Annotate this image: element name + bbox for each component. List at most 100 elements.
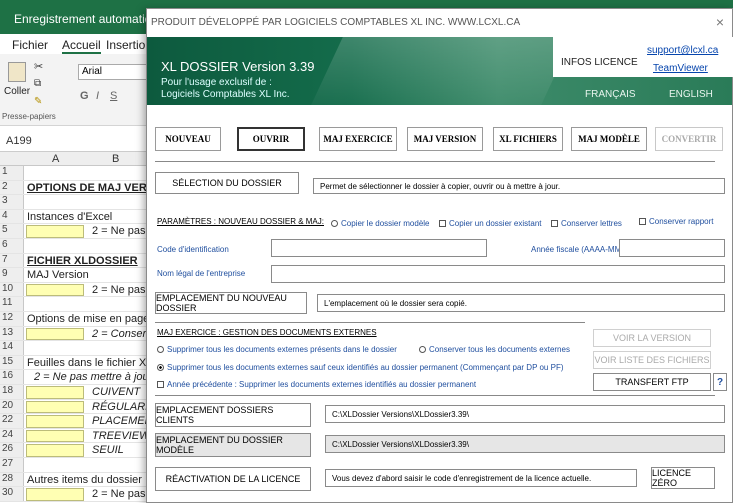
input-cell[interactable] bbox=[26, 415, 84, 428]
underline-icon[interactable]: S bbox=[110, 90, 117, 102]
column-headers: A B bbox=[0, 152, 150, 166]
row-number[interactable]: 24 bbox=[0, 428, 24, 443]
row-number[interactable]: 18 bbox=[0, 385, 24, 399]
language-english[interactable]: ENGLISH bbox=[669, 89, 713, 100]
copy-model-radio[interactable] bbox=[331, 220, 338, 227]
row-number[interactable]: 12 bbox=[0, 312, 24, 326]
option-copy-existing[interactable]: Copier un dossier existant bbox=[439, 219, 542, 228]
option-delete-except[interactable]: Supprimer tous les documents externes sa… bbox=[157, 363, 564, 372]
nouveau-button[interactable]: NOUVEAU bbox=[155, 127, 221, 151]
column-header-b[interactable]: B bbox=[112, 153, 119, 165]
row-number[interactable]: 14 bbox=[0, 341, 24, 355]
ftp-transfer-button[interactable]: TRANSFERT FTP bbox=[593, 373, 711, 391]
keep-all-radio[interactable] bbox=[419, 346, 426, 353]
row-number[interactable]: 13 bbox=[0, 326, 24, 341]
teamviewer-link[interactable]: TeamViewer bbox=[653, 63, 708, 74]
input-cell[interactable] bbox=[26, 283, 84, 297]
input-cell[interactable] bbox=[26, 327, 84, 341]
xl-dossier-dialog: PRODUIT DÉVELOPPÉ PAR LOGICIELS COMPTABL… bbox=[146, 8, 733, 503]
row-number[interactable]: 28 bbox=[0, 472, 24, 487]
italic-icon[interactable]: I bbox=[96, 90, 99, 102]
option-keep-letters[interactable]: Conserver lettres bbox=[551, 219, 622, 228]
see-files-button[interactable]: VOIR LISTE DES FICHIERS bbox=[593, 351, 711, 369]
row-number[interactable]: 6 bbox=[0, 239, 24, 253]
client-folders-location-button[interactable]: EMPLACEMENT DOSSIERS CLIENTS bbox=[155, 403, 311, 427]
row-number[interactable]: 27 bbox=[0, 458, 24, 472]
input-cell[interactable] bbox=[26, 429, 84, 443]
row-number[interactable]: 1 bbox=[0, 166, 24, 180]
format-painter-icon[interactable]: ✎ bbox=[34, 96, 42, 107]
previous-year-checkbox[interactable] bbox=[157, 381, 164, 388]
menu-fichier[interactable]: Fichier bbox=[12, 38, 48, 52]
row-number[interactable]: 30 bbox=[0, 487, 24, 501]
keep-letters-checkbox[interactable] bbox=[551, 220, 558, 227]
copy-existing-checkbox[interactable] bbox=[439, 220, 446, 227]
row-number[interactable]: 22 bbox=[0, 414, 24, 428]
row-number[interactable]: 5 bbox=[0, 224, 24, 238]
selection-dossier-button[interactable]: SÉLECTION DU DOSSIER bbox=[155, 172, 299, 194]
row-number[interactable]: 16 bbox=[0, 370, 24, 384]
copy-icon[interactable]: ⧉ bbox=[34, 78, 41, 89]
maj-version-button[interactable]: MAJ VERSION bbox=[407, 127, 483, 151]
delete-all-radio[interactable] bbox=[157, 346, 164, 353]
language-french[interactable]: FRANÇAIS bbox=[585, 89, 636, 100]
menu-accueil[interactable]: Accueil bbox=[62, 38, 101, 54]
option-delete-all[interactable]: Supprimer tous les documents externes pr… bbox=[157, 345, 397, 354]
input-cell[interactable] bbox=[26, 386, 84, 399]
row-number[interactable]: 11 bbox=[0, 297, 24, 311]
row-number[interactable]: 20 bbox=[0, 399, 24, 414]
maj-modele-button[interactable]: MAJ MODÈLE bbox=[571, 127, 647, 151]
paste-button[interactable]: Coller bbox=[4, 86, 30, 97]
clipboard-group-label: Presse-papiers bbox=[2, 112, 56, 121]
see-version-button[interactable]: VOIR LA VERSION bbox=[593, 329, 711, 347]
help-button[interactable]: ? bbox=[713, 373, 727, 391]
name-box[interactable]: A199 bbox=[0, 132, 150, 152]
fiscal-year-input[interactable] bbox=[619, 239, 725, 257]
row-number[interactable]: 2 bbox=[0, 180, 24, 195]
excel-ribbon: ✂ ⧉ ✎ Coller Arial G I S Presse-papiers bbox=[0, 54, 150, 126]
xl-fichiers-button[interactable]: XL FICHIERS bbox=[493, 127, 563, 151]
ouvrir-button[interactable]: OUVRIR bbox=[237, 127, 305, 151]
row-number[interactable]: 10 bbox=[0, 282, 24, 297]
keep-report-label: Conserver rapport bbox=[649, 217, 714, 226]
model-folder-location-button[interactable]: EMPLACEMENT DU DOSSIER MODÈLE bbox=[155, 433, 311, 457]
model-folder-path[interactable]: C:\XLDossier Versions\XLDossier3.39\ bbox=[325, 435, 725, 453]
product-title: XL DOSSIER Version 3.39 bbox=[161, 59, 315, 74]
option-previous-year[interactable]: Année précédente : Supprimer les documen… bbox=[157, 380, 476, 389]
row-number[interactable]: 4 bbox=[0, 209, 24, 224]
legal-name-input[interactable] bbox=[271, 265, 725, 283]
input-cell[interactable] bbox=[26, 225, 84, 238]
row-number[interactable]: 15 bbox=[0, 355, 24, 370]
input-cell[interactable] bbox=[26, 488, 84, 501]
option-keep-report[interactable]: Conserver rapport bbox=[639, 217, 713, 226]
font-name-box[interactable]: Arial bbox=[78, 64, 150, 80]
input-cell[interactable] bbox=[26, 400, 84, 414]
close-icon[interactable]: × bbox=[716, 14, 724, 30]
support-link[interactable]: support@lcxl.ca bbox=[647, 45, 718, 56]
convertir-button[interactable]: CONVERTIR bbox=[655, 127, 723, 151]
row-number[interactable]: 7 bbox=[0, 253, 24, 268]
legal-name-label: Nom légal de l'entreprise bbox=[157, 269, 246, 278]
excel-menu: Fichier Accueil Insertion bbox=[0, 34, 152, 54]
maj-exercice-button[interactable]: MAJ EXERCICE bbox=[319, 127, 397, 151]
licence-reactivation-button[interactable]: RÉACTIVATION DE LA LICENCE bbox=[155, 467, 311, 491]
paste-icon[interactable] bbox=[8, 62, 26, 82]
row-number[interactable]: 26 bbox=[0, 443, 24, 457]
code-input[interactable] bbox=[271, 239, 487, 257]
row-number[interactable]: 9 bbox=[0, 268, 24, 282]
option-keep-all[interactable]: Conserver tous les documents externes bbox=[419, 345, 570, 354]
bold-icon[interactable]: G bbox=[80, 90, 89, 102]
column-header-a[interactable]: A bbox=[52, 153, 59, 165]
new-location-button[interactable]: EMPLACEMENT DU NOUVEAU DOSSIER bbox=[155, 292, 307, 314]
delete-except-radio[interactable] bbox=[157, 364, 164, 371]
autosave-label: Enregistrement automatique bbox=[14, 12, 165, 26]
row-number[interactable]: 3 bbox=[0, 195, 24, 209]
input-cell[interactable] bbox=[26, 444, 84, 457]
client-folders-path[interactable]: C:\XLDossier Versions\XLDossier3.39\ bbox=[325, 405, 725, 423]
licence-zero-button[interactable]: LICENCE ZÉRO bbox=[651, 467, 715, 489]
cell-text: TREEVIEW bbox=[92, 429, 150, 442]
option-copy-model[interactable]: Copier le dossier modèle bbox=[331, 219, 430, 228]
copy-model-label: Copier le dossier modèle bbox=[341, 219, 430, 228]
keep-report-checkbox[interactable] bbox=[639, 218, 646, 225]
cut-icon[interactable]: ✂ bbox=[34, 60, 43, 73]
